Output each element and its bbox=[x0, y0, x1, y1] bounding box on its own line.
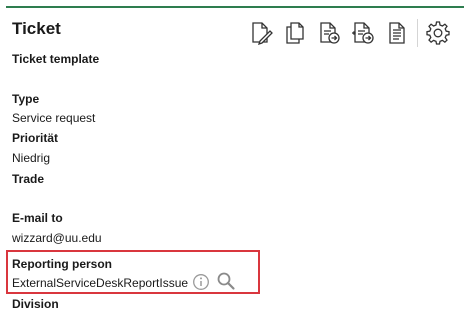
header-accent-rule bbox=[6, 6, 464, 8]
priority-value: Niedrig bbox=[12, 151, 51, 165]
toolbar-separator bbox=[417, 19, 418, 47]
export-button[interactable] bbox=[312, 17, 346, 49]
email-to-value: wizzard@uu.edu bbox=[12, 231, 102, 245]
settings-button[interactable] bbox=[421, 17, 455, 49]
gear-icon bbox=[426, 21, 450, 45]
trade-label: Trade bbox=[12, 172, 45, 186]
type-label: Type bbox=[12, 92, 40, 106]
page-title: Ticket bbox=[12, 19, 61, 38]
report-button[interactable] bbox=[380, 17, 414, 49]
export-document-icon bbox=[320, 22, 340, 44]
search-icon[interactable] bbox=[216, 271, 236, 291]
toolbar bbox=[244, 16, 455, 50]
email-to-label: E-mail to bbox=[12, 211, 63, 225]
report-document-icon bbox=[389, 22, 405, 44]
copy-button[interactable] bbox=[278, 17, 312, 49]
type-value: Service request bbox=[12, 111, 96, 125]
division-label: Division bbox=[12, 297, 59, 311]
reporting-person-value: ExternalServiceDeskReportIssue bbox=[12, 276, 189, 290]
reporting-person-label: Reporting person bbox=[12, 257, 113, 271]
move-document-icon bbox=[352, 22, 374, 44]
move-button[interactable] bbox=[346, 17, 380, 49]
priority-label: Priorität bbox=[12, 131, 59, 145]
edit-document-icon bbox=[252, 22, 273, 46]
copy-document-icon bbox=[286, 22, 304, 44]
edit-button[interactable] bbox=[244, 17, 278, 49]
ticket-template-label: Ticket template bbox=[12, 52, 100, 66]
info-icon[interactable] bbox=[192, 273, 210, 291]
